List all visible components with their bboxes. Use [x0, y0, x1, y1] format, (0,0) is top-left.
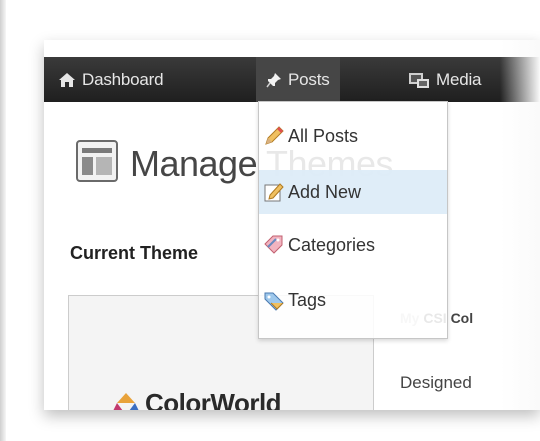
menu-item-label: Add New: [288, 181, 362, 202]
theme-logo-text: ColorWorld: [145, 388, 282, 410]
pencil-icon: [265, 126, 284, 145]
appearance-icon: [76, 140, 118, 182]
theme-logo: ColorWorld: [111, 388, 282, 410]
media-icon: [409, 72, 429, 88]
menu-item-all-posts[interactable]: All Posts: [259, 114, 447, 158]
nav-media-label: Media: [436, 69, 482, 89]
tag-icon: [264, 292, 284, 311]
menu-item-label: All Posts: [288, 125, 359, 146]
nav-posts[interactable]: Posts: [256, 57, 340, 102]
admin-top-bar: Dashboard Posts Media: [44, 57, 540, 102]
colorworld-logo-icon: [113, 392, 139, 410]
menu-item-tags[interactable]: Tags: [259, 278, 447, 322]
window-left-edge: [0, 0, 6, 441]
category-tag-icon: [264, 235, 283, 254]
theme-author: Designed: [400, 373, 472, 392]
menu-item-categories[interactable]: Categories: [259, 223, 447, 267]
menu-item-label: Categories: [288, 234, 376, 255]
pencil-edit-icon: [264, 183, 284, 202]
current-theme-heading: Current Theme: [70, 243, 199, 263]
menu-item-add-new[interactable]: Add New: [259, 170, 447, 214]
home-icon: [59, 72, 75, 87]
nav-dashboard-label: Dashboard: [82, 69, 164, 89]
nav-media[interactable]: Media: [408, 57, 482, 102]
menu-item-label: Tags: [288, 289, 327, 310]
nav-dashboard[interactable]: Dashboard: [58, 57, 164, 102]
posts-dropdown-menu: All Posts Add New Categories Tags: [258, 101, 448, 339]
pushpin-icon: [266, 72, 281, 87]
nav-posts-label: Posts: [288, 69, 330, 89]
